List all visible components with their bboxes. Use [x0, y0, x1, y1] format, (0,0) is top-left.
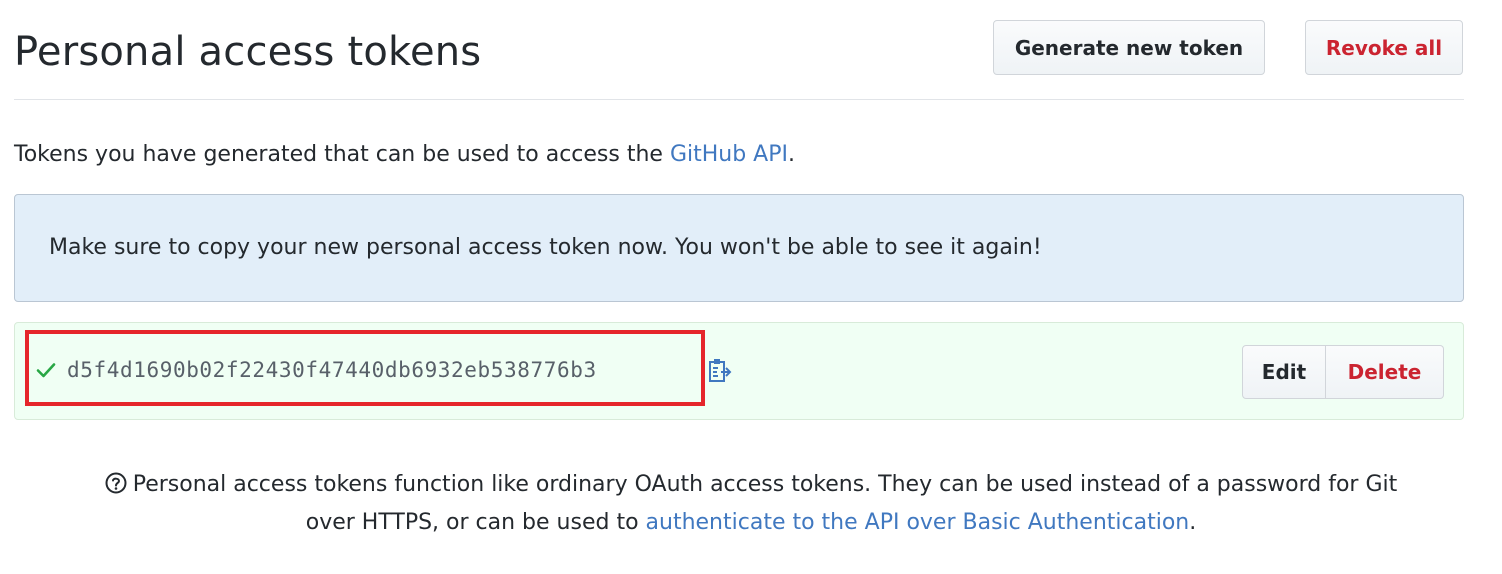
description-text: Tokens you have generated that can be us…: [14, 142, 670, 167]
page-title: Personal access tokens: [14, 29, 482, 75]
flash-notice: Make sure to copy your new personal acce…: [14, 194, 1464, 302]
note-line-1: Personal access tokens function like ord…: [0, 466, 1502, 504]
check-icon: [35, 359, 57, 381]
delete-button[interactable]: Delete: [1326, 345, 1444, 399]
edit-button[interactable]: Edit: [1242, 345, 1326, 399]
note-line-1-text: Personal access tokens function like ord…: [132, 472, 1398, 497]
new-token-row: d5f4d1690b02f22430f47440db6932eb538776b3…: [14, 322, 1464, 420]
note-line-2-suffix: .: [1189, 510, 1197, 535]
generate-new-token-button[interactable]: Generate new token: [993, 20, 1265, 75]
question-icon: [105, 469, 127, 494]
revoke-all-button[interactable]: Revoke all: [1305, 20, 1463, 75]
note-line-2-prefix: over HTTPS, or can be used to: [305, 510, 646, 535]
description-suffix: .: [788, 142, 795, 167]
token-value: d5f4d1690b02f22430f47440db6932eb538776b3: [67, 358, 597, 382]
flash-message: Make sure to copy your new personal acce…: [49, 235, 1042, 260]
github-api-link[interactable]: GitHub API: [670, 142, 788, 167]
note-line-2: over HTTPS, or can be used to authentica…: [0, 504, 1502, 542]
tokens-description: Tokens you have generated that can be us…: [14, 140, 795, 170]
tokens-help-note: Personal access tokens function like ord…: [0, 466, 1502, 542]
clipboard-icon[interactable]: [707, 357, 733, 385]
token-actions: Edit Delete: [1242, 345, 1444, 399]
basic-auth-link[interactable]: authenticate to the API over Basic Authe…: [646, 510, 1190, 535]
page-header: Personal access tokens Generate new toke…: [14, 18, 1464, 100]
